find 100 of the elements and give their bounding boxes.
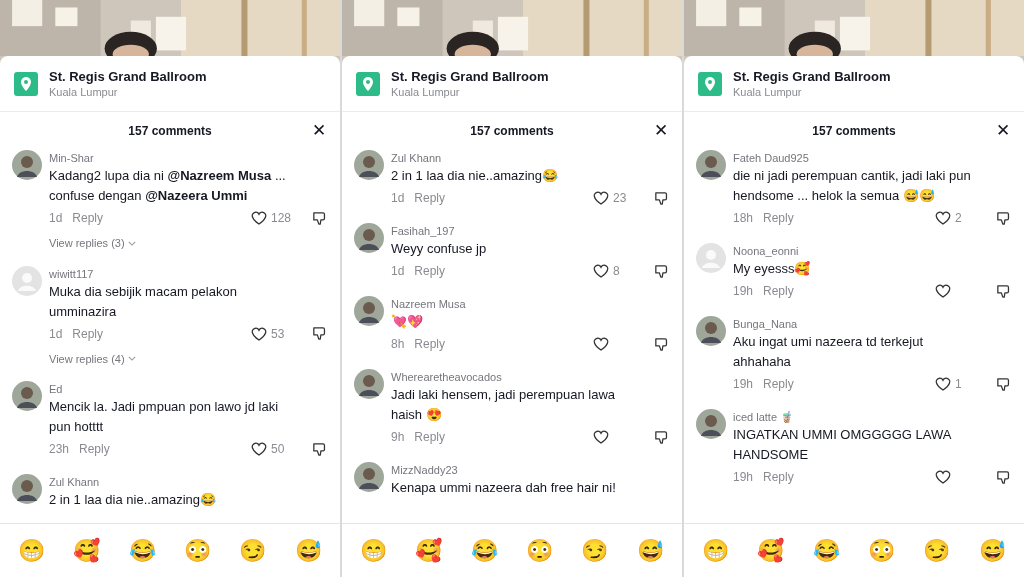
comment-text: Muka dia sebijik macam pelakon umminazira	[49, 282, 238, 321]
like-count: 8	[613, 263, 620, 280]
chevron-down-icon	[127, 356, 136, 362]
location-city: Kuala Lumpur	[391, 84, 461, 100]
location-pin-icon	[356, 71, 380, 96]
dislike-icon[interactable]	[311, 325, 328, 342]
comment-text: INGATKAN UMMI OMGGGGG LAWA HANDSOME	[733, 426, 953, 464]
comment-username[interactable]: Nazreem Musa	[391, 296, 670, 312]
dislike-icon[interactable]	[995, 375, 1012, 393]
heart-icon[interactable]	[250, 440, 268, 458]
comment-text: Weyy confuse jp	[391, 240, 488, 258]
reply-link[interactable]: Reply	[414, 262, 446, 280]
dislike-icon[interactable]	[311, 440, 328, 458]
dislike-icon[interactable]	[653, 262, 670, 280]
comment-time: 1d	[391, 190, 405, 207]
like-count: 1	[955, 376, 962, 393]
location-name: St. Regis Grand Ballroom	[733, 67, 891, 85]
comment-username[interactable]: wiwitt117	[49, 265, 328, 282]
comment-username[interactable]: Zul Khann	[49, 474, 328, 490]
location-city: Kuala Lumpur	[49, 84, 119, 100]
avatar[interactable]	[696, 409, 726, 439]
reply-link[interactable]: Reply	[763, 468, 794, 486]
reply-link[interactable]: Reply	[72, 209, 104, 227]
view-replies-link[interactable]: View replies (4)	[49, 350, 136, 367]
reply-link[interactable]: Reply	[763, 375, 794, 393]
heart-icon[interactable]	[592, 189, 610, 207]
comment-username[interactable]: Min-Shar	[49, 150, 328, 166]
dislike-icon[interactable]	[653, 428, 670, 446]
comment-username[interactable]: Fateh Daud925	[733, 150, 1012, 166]
dislike-icon[interactable]	[995, 209, 1012, 227]
avatar[interactable]	[354, 462, 384, 492]
chevron-down-icon	[127, 240, 136, 246]
comment-time: 19h	[733, 283, 754, 300]
emoji-button[interactable]: 🥰	[757, 536, 785, 565]
like-count: 23	[613, 190, 627, 207]
heart-icon[interactable]	[934, 209, 952, 227]
reply-link[interactable]: Reply	[72, 324, 104, 343]
comment-time: 19h	[733, 469, 754, 486]
comment-text: Kadang2 lupa dia ni @Nazreem Musa ... confuse dengan @Nazeera Ummi	[49, 167, 287, 205]
comment-time: 19h	[733, 376, 754, 393]
comment-text: 💘💖	[391, 313, 424, 331]
dislike-icon[interactable]	[311, 209, 328, 227]
location-pin-icon	[14, 71, 38, 96]
location-name: St. Regis Grand Ballroom	[391, 67, 549, 85]
reply-link[interactable]: Reply	[414, 428, 446, 446]
emoji-button[interactable]: 😂	[812, 536, 840, 565]
reply-link[interactable]: Reply	[763, 209, 794, 227]
close-button[interactable]: ✕	[312, 121, 326, 141]
reply-link[interactable]: Reply	[414, 189, 446, 207]
comment-username[interactable]: MizzNaddy23	[391, 462, 670, 478]
comment-text: Jadi laki hensem, jadi perempuan lawa haish 😍	[391, 386, 616, 424]
heart-icon[interactable]	[592, 428, 610, 446]
location-pin-icon	[698, 71, 722, 96]
avatar[interactable]	[12, 474, 42, 504]
reply-link[interactable]: Reply	[79, 440, 110, 458]
like-count: 50	[271, 441, 285, 458]
comment-time: 1d	[49, 325, 63, 343]
avatar[interactable]	[696, 316, 726, 346]
heart-icon[interactable]	[250, 209, 268, 227]
dislike-icon[interactable]	[653, 335, 670, 353]
comments-count: 157 comments	[128, 123, 212, 140]
comment-text: 2 in 1 laa dia nie..amazing😂	[49, 491, 218, 509]
avatar[interactable]	[354, 369, 384, 399]
avatar[interactable]	[354, 223, 384, 253]
location-name: St. Regis Grand Ballroom	[49, 67, 207, 85]
view-replies-link[interactable]: View replies (3)	[49, 235, 136, 252]
comment-username[interactable]: Fasihah_197	[391, 223, 670, 239]
comment-username[interactable]: Noona_eonni	[733, 243, 1012, 259]
avatar[interactable]	[12, 150, 42, 180]
avatar[interactable]	[354, 150, 384, 180]
dislike-icon[interactable]	[653, 189, 670, 207]
emoji-button[interactable]: 😂	[128, 536, 156, 565]
comment-text: My eyesss🥰	[733, 260, 812, 278]
avatar[interactable]	[696, 150, 726, 180]
comment-username[interactable]: iced latte 🧋	[733, 409, 1012, 425]
dislike-icon[interactable]	[995, 468, 1012, 486]
like-count: 2	[955, 210, 962, 227]
avatar[interactable]	[354, 296, 384, 326]
close-button[interactable]: ✕	[654, 121, 668, 141]
emoji-button[interactable]: 😂	[470, 536, 498, 565]
comment-username[interactable]: Zul Khann	[391, 150, 670, 166]
comment-text: Kenapa ummi nazeera dah free hair ni!	[391, 479, 617, 497]
comment-username[interactable]: Bunga_Nana	[733, 316, 1012, 332]
dislike-icon[interactable]	[995, 282, 1012, 300]
comment-text: 2 in 1 laa dia nie..amazing😂	[391, 167, 560, 185]
comments-count: 157 comments	[812, 123, 896, 140]
heart-icon[interactable]	[934, 375, 952, 393]
comment-username[interactable]: Wherearetheavocados	[391, 369, 670, 385]
comment-time: 8h	[391, 336, 405, 353]
reply-link[interactable]: Reply	[414, 335, 446, 353]
heart-icon[interactable]	[934, 282, 952, 300]
comment-username[interactable]: Ed	[49, 381, 328, 397]
close-button[interactable]: ✕	[996, 121, 1010, 141]
avatar[interactable]	[12, 381, 42, 411]
emoji-button[interactable]: 🥰	[415, 536, 443, 565]
reply-link[interactable]: Reply	[763, 282, 794, 300]
heart-icon[interactable]	[592, 262, 610, 280]
heart-icon[interactable]	[592, 335, 610, 353]
heart-icon[interactable]	[934, 468, 952, 486]
emoji-button[interactable]: 🥰	[73, 536, 101, 565]
